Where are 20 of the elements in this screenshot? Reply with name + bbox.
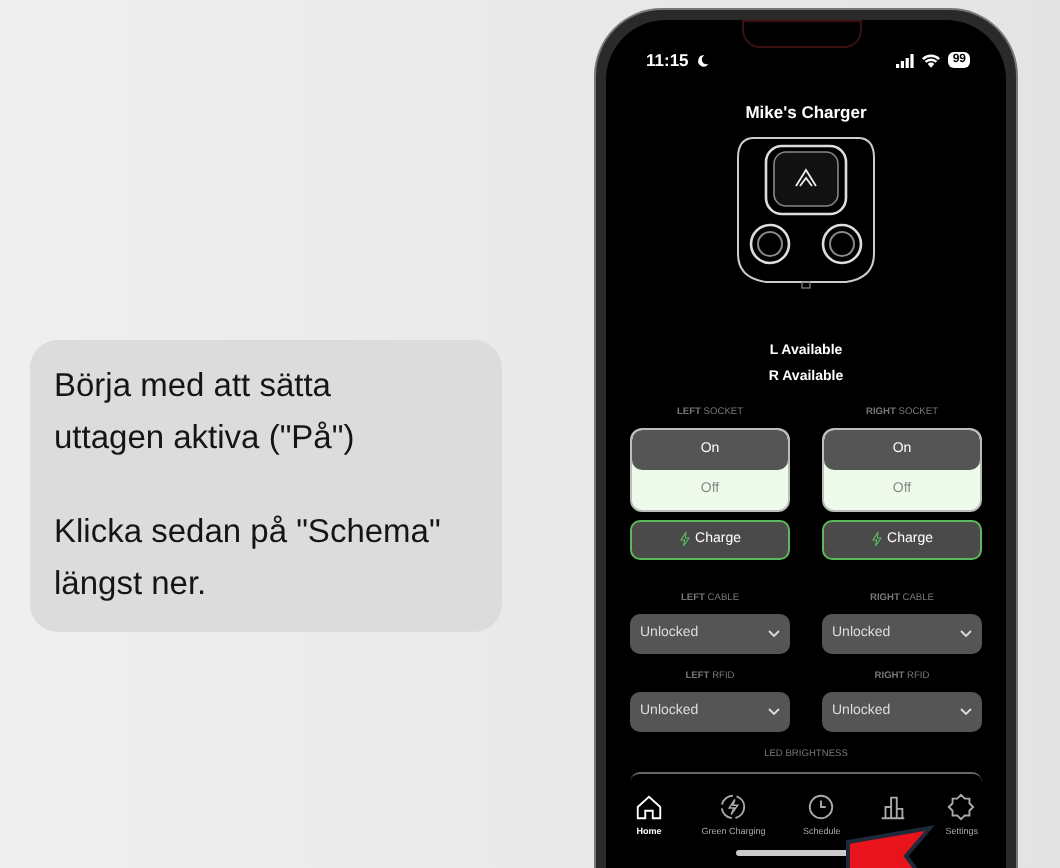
chevron-down-icon [960, 630, 972, 639]
status-time: 11:15 [646, 47, 689, 73]
home-icon [634, 791, 664, 821]
wifi-icon [922, 53, 941, 67]
chevron-down-icon [768, 708, 780, 717]
lightning-circle-icon [718, 791, 749, 821]
tab-item[interactable] [878, 791, 908, 821]
pointer-arrow [844, 824, 936, 868]
gear-icon [946, 791, 977, 821]
lightning-icon [871, 532, 882, 547]
caption-text: Börja med att sätta uttagen aktiva ("På") [54, 366, 357, 461]
lightning-icon [679, 532, 690, 547]
moon-icon [696, 53, 711, 67]
caption-text: Klicka sedan på "Schema" längst ner. [54, 511, 443, 607]
signal-icon [896, 53, 915, 67]
chevron-down-icon [960, 708, 972, 717]
clock-icon [806, 791, 837, 821]
bar-chart-icon [878, 791, 908, 821]
chevron-down-icon [768, 630, 780, 639]
charger-title: Mike's Charger [745, 102, 867, 122]
